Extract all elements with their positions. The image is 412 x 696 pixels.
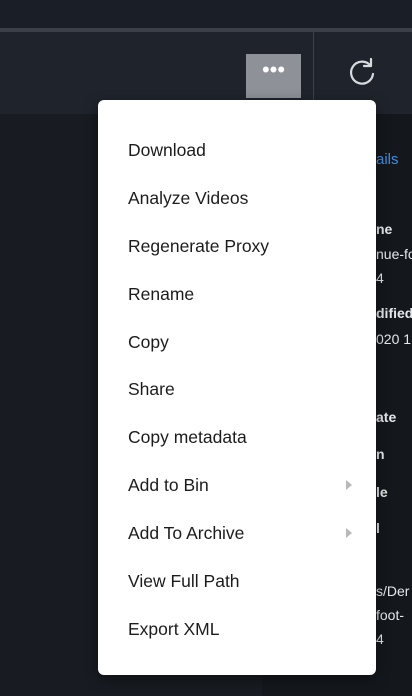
details-peek-line: le	[376, 484, 388, 500]
context-menu: Download Analyze Videos Regenerate Proxy…	[98, 100, 376, 675]
menu-item-copy-metadata[interactable]: Copy metadata	[98, 415, 376, 459]
menu-item-label: Download	[128, 139, 206, 160]
menu-item-label: Add To Archive	[128, 522, 245, 543]
menu-item-label: Export XML	[128, 618, 220, 639]
details-peek-line: 020 1	[376, 331, 412, 347]
menu-item-label: Rename	[128, 283, 195, 304]
details-peek-line: dified	[376, 305, 412, 321]
more-options-button[interactable]: •••	[246, 54, 301, 98]
menu-item-share[interactable]: Share	[98, 367, 376, 411]
menu-item-export-xml[interactable]: Export XML	[98, 607, 376, 651]
menu-item-add-to-archive[interactable]: Add To Archive	[98, 511, 376, 555]
menu-item-view-full-path[interactable]: View Full Path	[98, 559, 376, 603]
menu-item-label: Copy	[128, 331, 169, 352]
menu-item-download[interactable]: Download	[98, 128, 376, 172]
details-peek-line: ate	[376, 409, 397, 425]
menu-item-copy[interactable]: Copy	[98, 320, 376, 364]
details-peek-line: s/Der	[376, 583, 410, 599]
details-peek-line: nue-fo	[376, 246, 412, 262]
submenu-arrow-icon	[346, 528, 352, 538]
menu-item-analyze-videos[interactable]: Analyze Videos	[98, 176, 376, 220]
details-peek-line: n	[376, 446, 385, 462]
menu-item-label: Regenerate Proxy	[128, 235, 270, 256]
toolbar-divider	[313, 32, 314, 110]
submenu-arrow-icon	[346, 480, 352, 490]
menu-item-regenerate-proxy[interactable]: Regenerate Proxy	[98, 224, 376, 268]
details-peek-line: l	[376, 520, 380, 536]
menu-item-add-to-bin[interactable]: Add to Bin	[98, 463, 376, 507]
menu-item-label: Analyze Videos	[128, 187, 249, 208]
details-peek-line: 4	[376, 270, 384, 286]
refresh-icon	[350, 57, 375, 85]
menu-item-label: Add to Bin	[128, 474, 209, 495]
menu-item-label: View Full Path	[128, 570, 240, 591]
menu-item-rename[interactable]: Rename	[98, 272, 376, 316]
menu-item-label: Copy metadata	[128, 426, 247, 447]
details-peek-line: ne	[376, 221, 393, 237]
refresh-button[interactable]	[342, 52, 382, 92]
details-tab[interactable]: ails	[376, 151, 412, 168]
top-bar	[0, 0, 412, 28]
menu-item-label: Share	[128, 378, 175, 399]
details-peek-line: 4	[376, 631, 384, 647]
details-peek-line: foot-	[376, 607, 405, 623]
more-options-label: •••	[261, 57, 286, 82]
